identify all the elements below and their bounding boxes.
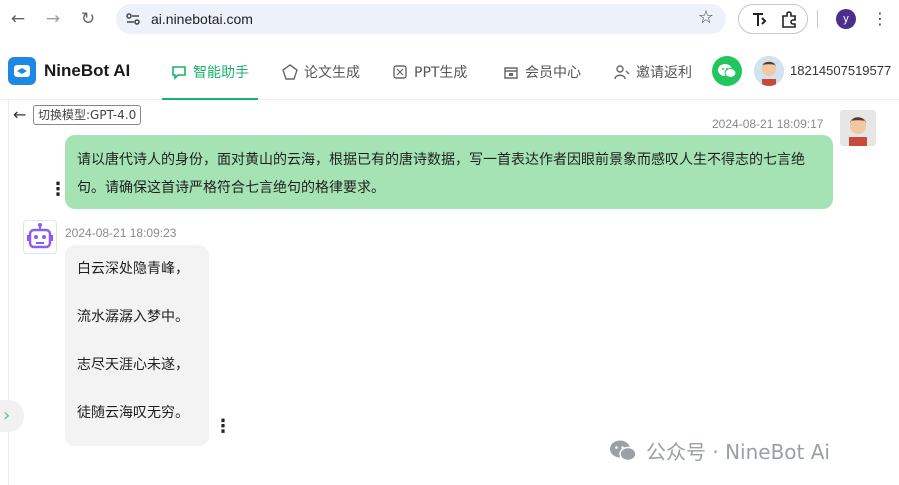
user-message-timestamp: 2024-08-21 18:09:17: [712, 117, 824, 131]
watermark-text: 公众号 · NineBot Ai: [646, 440, 830, 464]
app-header: NineBot AI 智能助手 论文生成 PPT生成 会员中心 邀请返利 182…: [0, 44, 899, 100]
user-phone[interactable]: 18214507519577: [790, 63, 891, 78]
tab-label: 邀请返利: [636, 64, 692, 81]
translate-extension-icon[interactable]: [749, 10, 769, 30]
back-icon[interactable]: ←: [8, 9, 28, 29]
poem-line: 流水潺潺入梦中。: [77, 309, 189, 325]
forward-icon[interactable]: →: [43, 9, 63, 29]
reload-icon[interactable]: ↻: [78, 9, 98, 29]
chat-icon: [172, 65, 186, 80]
tab-label: 智能助手: [193, 64, 249, 81]
tab-member[interactable]: 会员中心: [503, 44, 581, 99]
tab-ppt[interactable]: PPT生成: [392, 44, 467, 99]
bot-message-bubble: 白云深处隐青峰， 流水潺潺入梦中。 志尽天涯心未遂， 徒随云海叹无穷。: [65, 245, 209, 446]
bot-message-timestamp: 2024-08-21 18:09:23: [65, 226, 177, 240]
ppt-icon: [393, 64, 407, 79]
bot-avatar: [23, 220, 57, 254]
poem-line: 徒随云海叹无穷。: [77, 405, 189, 421]
member-icon: [504, 66, 518, 79]
brand-name[interactable]: NineBot AI: [44, 60, 130, 82]
toolbar-divider: [817, 10, 818, 28]
user-message-bubble: 请以唐代诗人的身份，面对黄山的云海，根据已有的唐诗数据，写一首表达作者因眼前景象…: [65, 135, 833, 209]
poem-line: 白云深处隐青峰，: [77, 261, 189, 277]
user-avatar[interactable]: [754, 56, 784, 86]
poem-line: 志尽天涯心未遂，: [77, 357, 189, 373]
switch-model-button[interactable]: 切换模型:GPT-4.0: [33, 105, 142, 125]
user-message-avatar: [840, 110, 876, 146]
puzzle-extensions-icon[interactable]: [779, 10, 799, 30]
tab-label: 会员中心: [525, 64, 581, 81]
bot-message-more-icon[interactable]: ⋮: [214, 418, 232, 436]
watermark: 公众号 · NineBot Ai: [608, 436, 830, 465]
invite-icon: [614, 64, 630, 79]
tab-invite[interactable]: 邀请返利: [614, 44, 692, 99]
tab-label: PPT生成: [414, 64, 468, 81]
wechat-watermark-icon: [610, 440, 637, 461]
browser-toolbar: ← → ↻ ai.ninebotai.com ☆ y ⋮: [0, 0, 899, 38]
extensions-group: [738, 4, 808, 34]
user-message-more-icon[interactable]: ⋮: [49, 181, 67, 199]
profile-avatar[interactable]: y: [836, 9, 856, 29]
paper-icon: [282, 63, 298, 80]
wechat-icon[interactable]: [712, 56, 742, 86]
expand-sidebar-chevron-icon[interactable]: ›: [0, 400, 24, 432]
bookmark-star-icon[interactable]: ☆: [698, 8, 714, 28]
tab-assistant[interactable]: 智能助手: [162, 44, 258, 100]
browser-menu-icon[interactable]: ⋮: [872, 7, 888, 31]
tab-paper[interactable]: 论文生成: [282, 44, 360, 99]
url-text: ai.ninebotai.com: [151, 11, 253, 27]
logo-icon: [8, 57, 36, 85]
site-info-icon[interactable]: [124, 10, 142, 28]
tab-label: 论文生成: [304, 64, 360, 81]
address-bar[interactable]: ai.ninebotai.com ☆: [116, 4, 726, 34]
back-arrow-icon[interactable]: ←: [13, 106, 26, 124]
